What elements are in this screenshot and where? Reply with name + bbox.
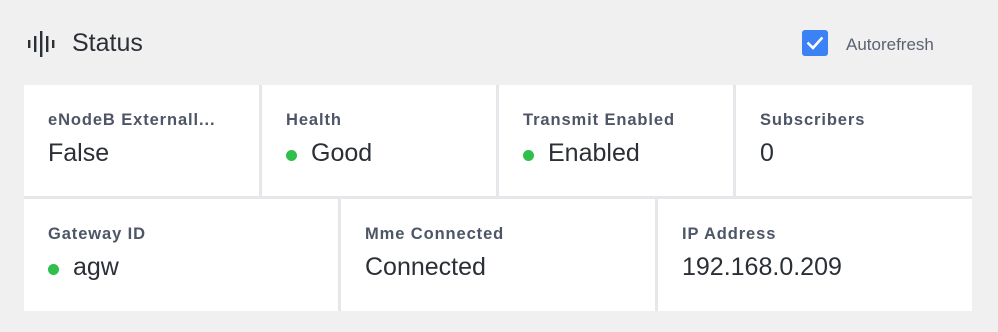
card-value-text: 0: [760, 139, 774, 167]
status-card-transmit-enabled: Transmit Enabled Enabled: [499, 85, 733, 196]
card-value-text: Enabled: [548, 139, 640, 167]
card-value-text: False: [48, 139, 110, 167]
card-label: Transmit Enabled: [523, 111, 675, 129]
status-card-ip-address: IP Address 192.168.0.209: [658, 199, 972, 311]
status-card-enodeb-external: eNodeB Externall... False: [24, 85, 259, 196]
card-label: IP Address: [682, 225, 777, 243]
card-label: Gateway ID: [48, 225, 146, 243]
status-card-subscribers: Subscribers 0: [736, 85, 972, 196]
page-title: Status: [72, 29, 143, 57]
autorefresh-checkbox[interactable]: [802, 30, 828, 56]
card-value: Good: [286, 139, 372, 168]
card-label: Mme Connected: [365, 225, 505, 243]
card-value-text: Connected: [365, 253, 486, 281]
card-label: Health: [286, 111, 342, 129]
card-value: Enabled: [523, 139, 640, 168]
autorefresh-toggle[interactable]: Autorefresh: [802, 28, 934, 58]
card-label: eNodeB Externall...: [48, 111, 216, 129]
card-value-text: agw: [73, 253, 119, 281]
card-value-text: Good: [311, 139, 373, 167]
status-grid: eNodeB Externall... False Health Good Tr…: [24, 85, 972, 311]
card-value: False: [48, 139, 109, 168]
card-value: 192.168.0.209: [682, 253, 842, 282]
card-label: Subscribers: [760, 111, 866, 129]
card-value: agw: [48, 253, 119, 282]
card-value-text: 192.168.0.209: [682, 253, 842, 281]
status-card-health: Health Good: [262, 85, 496, 196]
status-card-gateway-id: Gateway ID agw: [24, 199, 338, 311]
checkmark-icon: [806, 36, 824, 50]
status-dot-icon: [523, 150, 534, 161]
card-value: 0: [760, 139, 774, 168]
status-dot-icon: [286, 150, 297, 161]
status-header: Status Autorefresh: [0, 0, 998, 84]
audio-waveform-icon: [28, 31, 55, 57]
card-value: Connected: [365, 253, 486, 282]
status-card-mme-connected: Mme Connected Connected: [341, 199, 655, 311]
status-dot-icon: [48, 264, 59, 275]
autorefresh-label: Autorefresh: [846, 35, 934, 54]
